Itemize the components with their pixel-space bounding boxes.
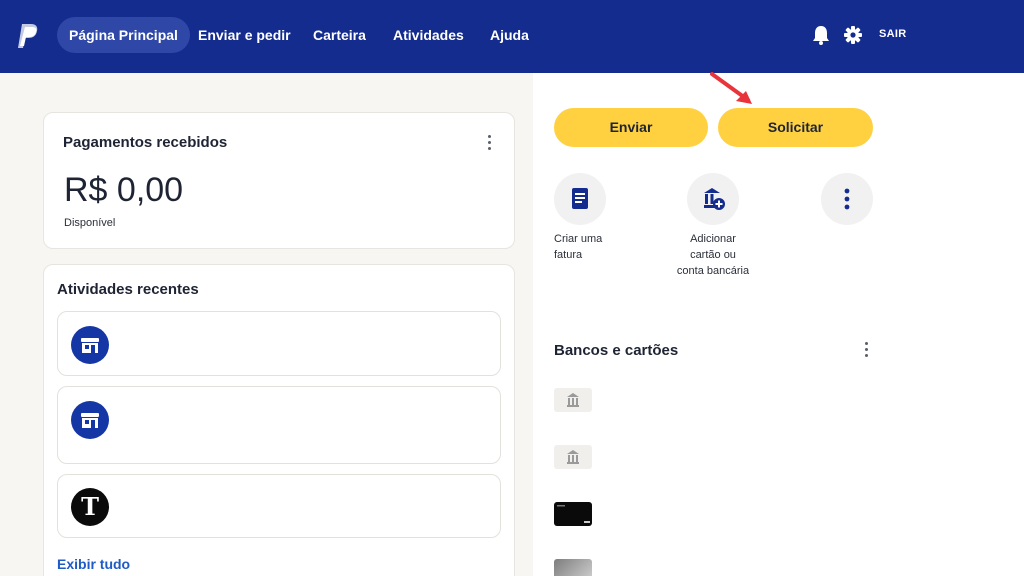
top-navigation-bar: Página Principal Enviar e pedir Carteira… [0, 0, 1024, 73]
nav-help[interactable]: Ajuda [490, 17, 529, 53]
paypal-logo-icon[interactable] [16, 22, 40, 50]
store-icon [71, 401, 109, 439]
nav-activities[interactable]: Atividades [393, 17, 464, 53]
credit-card-thumbnail[interactable] [554, 502, 592, 526]
nav-home[interactable]: Página Principal [57, 17, 190, 53]
add-card-bank-button[interactable] [687, 173, 739, 225]
bank-account-thumbnail[interactable] [554, 388, 592, 412]
create-invoice-button[interactable] [554, 173, 606, 225]
nav-wallet[interactable]: Carteira [313, 17, 366, 53]
invoice-icon [572, 188, 588, 209]
send-button[interactable]: Enviar [554, 108, 708, 147]
card-icon [557, 505, 590, 523]
recent-activities-title: Atividades recentes [57, 281, 199, 298]
add-bank-icon [704, 188, 725, 210]
request-button[interactable]: Solicitar [718, 108, 873, 147]
more-actions-button[interactable] [821, 173, 873, 225]
credit-card-thumbnail[interactable] [554, 559, 592, 576]
bank-icon [567, 393, 579, 407]
gear-icon[interactable] [843, 24, 863, 46]
banks-cards-title: Bancos e cartões [554, 342, 679, 359]
store-icon [71, 326, 109, 364]
payments-received-card: Pagamentos recebidos R$ 0,00 Disponível [43, 112, 515, 249]
balance-label: Disponível [64, 217, 116, 229]
payments-received-title: Pagamentos recebidos [63, 134, 228, 151]
balance-amount: R$ 0,00 [64, 171, 184, 209]
annotation-arrow-icon [710, 72, 752, 104]
activity-item[interactable]: T [57, 474, 501, 538]
bank-account-thumbnail[interactable] [554, 445, 592, 469]
create-invoice-label: Criar uma fatura [554, 233, 603, 261]
payments-more-icon[interactable] [488, 135, 492, 153]
logout-link[interactable]: SAIR [879, 28, 906, 40]
bank-icon [567, 450, 579, 464]
see-all-link[interactable]: Exibir tudo [57, 556, 130, 572]
more-icon [844, 188, 850, 210]
activity-item[interactable] [57, 311, 501, 376]
nav-send-request[interactable]: Enviar e pedir [198, 17, 291, 53]
bell-icon[interactable] [811, 24, 831, 46]
nyt-logo-icon: T [71, 488, 109, 526]
add-card-bank-label: Adicionar cartão ou conta bancária [676, 233, 750, 277]
banks-more-icon[interactable] [865, 342, 869, 360]
activity-item[interactable] [57, 386, 501, 464]
